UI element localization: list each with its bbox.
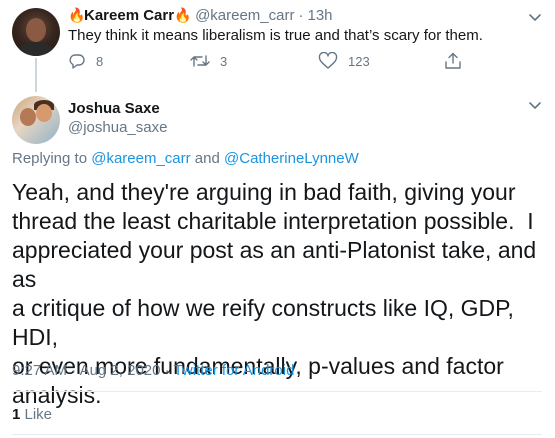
like-count: 123: [348, 53, 370, 69]
parent-tweet[interactable]: 🔥 Kareem Carr 🔥 @kareem_carr · 13h They …: [0, 0, 555, 92]
replying-and: and: [190, 150, 225, 167]
share-button[interactable]: [444, 52, 472, 70]
parent-tweet-actions: 8 3 123: [68, 52, 468, 72]
avatar-face: [36, 104, 52, 122]
avatar-face: [26, 18, 46, 42]
divider: [12, 391, 542, 392]
parent-handle[interactable]: @kareem_carr: [195, 7, 294, 24]
meta-separator: ·: [67, 362, 80, 379]
reply-count: 8: [96, 53, 104, 69]
tweet-meta: 9:27 AM · Aug 2, 2020 · Twitter for Andr…: [12, 362, 294, 379]
retweet-button[interactable]: 3: [190, 52, 227, 70]
share-icon: [444, 52, 472, 70]
likes-label: Like: [20, 406, 53, 423]
reply-button[interactable]: 8: [68, 52, 103, 70]
retweet-count: 3: [220, 53, 228, 69]
reply-icon: [68, 52, 96, 70]
parent-display-name[interactable]: Kareem Carr: [84, 7, 174, 24]
replying-user-link[interactable]: @kareem_carr: [91, 150, 190, 167]
caret-down-icon[interactable]: [528, 10, 542, 24]
avatar-face: [20, 108, 36, 126]
parent-tweet-header: 🔥 Kareem Carr 🔥 @kareem_carr · 13h: [68, 7, 333, 24]
main-handle[interactable]: @joshua_saxe: [68, 119, 167, 136]
meta-separator: ·: [160, 362, 174, 379]
caret-down-icon[interactable]: [528, 98, 542, 112]
replying-prefix: Replying to: [12, 150, 92, 167]
tweet-date[interactable]: Aug 2, 2020: [80, 362, 161, 379]
replying-user-link[interactable]: @CatherineLynneW: [224, 150, 359, 167]
thread-line: [35, 58, 37, 92]
main-display-name[interactable]: Joshua Saxe: [68, 100, 160, 117]
retweet-icon: [190, 52, 220, 70]
like-icon: [318, 52, 348, 70]
tweet-source-link[interactable]: Twitter for Android: [174, 362, 295, 379]
avatar[interactable]: [12, 8, 60, 56]
fire-icon: 🔥: [68, 7, 86, 23]
likes-summary[interactable]: 1 Like: [12, 406, 52, 423]
avatar[interactable]: [12, 96, 60, 144]
parent-timestamp[interactable]: 13h: [307, 7, 332, 24]
fire-icon: 🔥: [174, 7, 192, 23]
avatar-shirt: [18, 42, 54, 56]
parent-tweet-text: They think it means liberalism is true a…: [68, 27, 483, 44]
like-button[interactable]: 123: [318, 52, 370, 70]
tweet-time[interactable]: 9:27 AM: [12, 362, 67, 379]
replying-to-line: Replying to @kareem_carr and @CatherineL…: [12, 150, 359, 167]
time-separator: ·: [298, 7, 304, 24]
divider: [12, 434, 542, 435]
